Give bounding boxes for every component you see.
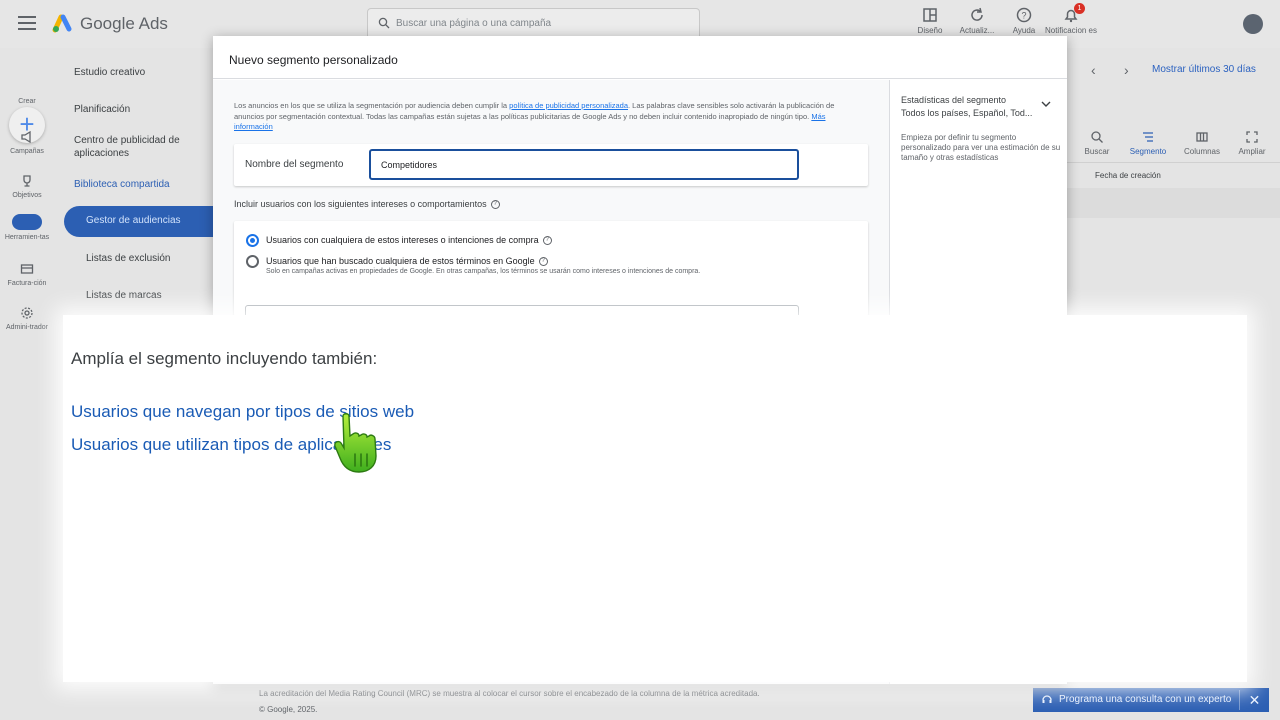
rail-item-goals[interactable]: Objetivos bbox=[0, 174, 54, 200]
search-placeholder: Buscar una página o una campaña bbox=[396, 18, 552, 29]
nav-item-planning[interactable]: Planificación bbox=[74, 103, 130, 116]
stats-subtitle: Todos los países, Español, Tod... bbox=[901, 108, 1033, 118]
table-divider bbox=[1067, 162, 1280, 163]
radio-interests[interactable] bbox=[246, 234, 259, 247]
credit-card-icon bbox=[20, 264, 34, 274]
policy-notice: Los anuncios en los que se utiliza la se… bbox=[234, 101, 835, 131]
nav-item-brand-lists[interactable]: Listas de marcas bbox=[86, 290, 162, 301]
menu-icon[interactable] bbox=[18, 16, 36, 30]
dialog-header: Nuevo segmento personalizado bbox=[213, 36, 1067, 79]
headset-icon bbox=[1042, 695, 1052, 703]
gear-icon bbox=[21, 307, 33, 319]
segment-icon bbox=[1143, 132, 1153, 142]
expand-segment-title: Amplía el segmento incluyendo también: bbox=[71, 349, 378, 368]
nav-item-studio[interactable]: Estudio creativo bbox=[74, 66, 145, 79]
search-icon bbox=[1091, 131, 1103, 143]
segment-name-label: Nombre del segmento bbox=[245, 159, 344, 170]
zoom-callout: Amplía el segmento incluyendo también: U… bbox=[63, 315, 1247, 682]
create-label: Crear bbox=[18, 98, 36, 105]
tools-icon bbox=[12, 214, 42, 230]
nav-item-shared-library[interactable]: Biblioteca compartida bbox=[74, 178, 170, 191]
avatar[interactable] bbox=[1243, 14, 1263, 34]
consult-label: Programa una consulta con un experto bbox=[1059, 694, 1232, 705]
consult-banner[interactable]: Programa una consulta con un experto ✕ bbox=[1033, 688, 1269, 712]
rail-item-billing[interactable]: Factura-ción bbox=[0, 262, 54, 288]
option-searched-note: Solo en campañas activas en propiedades … bbox=[266, 268, 701, 275]
tool-columns[interactable]: Columnas bbox=[1177, 130, 1227, 156]
search-icon bbox=[378, 17, 390, 29]
notification-badge: 1 bbox=[1074, 3, 1085, 14]
help-icon[interactable]: ? bbox=[542, 236, 552, 246]
layout-icon bbox=[923, 8, 937, 22]
left-rail: + Crear Campañas Objetivos Herramien-tas… bbox=[0, 48, 56, 720]
nav-item-exclusion-lists[interactable]: Listas de exclusión bbox=[86, 253, 171, 264]
option-interests-label: Usuarios con cualquiera de estos interes… bbox=[266, 235, 552, 246]
targeting-options-card: Usuarios con cualquiera de estos interes… bbox=[234, 221, 868, 316]
refresh-icon bbox=[971, 7, 983, 21]
stats-description: Empieza por definir tu segmento personal… bbox=[901, 133, 1061, 162]
nav-item-audience-manager[interactable]: Gestor de audiencias bbox=[64, 206, 216, 237]
column-header-created[interactable]: Fecha de creación bbox=[1095, 171, 1161, 180]
date-range[interactable]: Mostrar últimos 30 días bbox=[1152, 64, 1256, 75]
table-row bbox=[1067, 188, 1280, 218]
close-icon[interactable]: ✕ bbox=[1239, 690, 1269, 710]
dialog-title: Nuevo segmento personalizado bbox=[229, 53, 398, 67]
chevron-down-icon[interactable] bbox=[1040, 98, 1052, 110]
chevron-left-icon[interactable]: ‹ bbox=[1091, 62, 1096, 78]
policy-link[interactable]: política de publicidad personalizada bbox=[509, 101, 628, 110]
hand-pointer-icon bbox=[334, 413, 377, 473]
rail-item-campaigns[interactable]: Campañas bbox=[0, 130, 54, 156]
tool-search[interactable]: Buscar bbox=[1072, 130, 1122, 156]
chevron-right-icon[interactable]: › bbox=[1124, 62, 1129, 78]
help-icon[interactable]: ? bbox=[538, 257, 548, 267]
notifications-button[interactable]: 1 Notificacion es bbox=[1041, 3, 1101, 35]
tool-segment[interactable]: Segmento bbox=[1123, 130, 1173, 156]
nav-item-app-center[interactable]: Centro de publicidad de aplicaciones bbox=[74, 134, 180, 160]
svg-text:?: ? bbox=[1021, 11, 1026, 21]
rail-item-admin[interactable]: Admini-trador bbox=[0, 306, 54, 332]
segment-name-card: Nombre del segmento bbox=[234, 144, 868, 186]
tool-expand[interactable]: Ampliar bbox=[1227, 130, 1277, 156]
footer-copyright: © Google, 2025. bbox=[259, 705, 318, 714]
footer-mrc-note: La acreditación del Media Rating Council… bbox=[259, 689, 760, 698]
megaphone-icon bbox=[21, 130, 31, 144]
stats-title: Estadísticas del segmento bbox=[901, 95, 1007, 105]
expand-icon bbox=[1246, 131, 1258, 143]
radio-searched-terms[interactable] bbox=[246, 255, 259, 268]
trophy-icon bbox=[23, 175, 31, 187]
rail-item-tools[interactable]: Herramien-tas bbox=[0, 214, 54, 242]
google-ads-logo bbox=[52, 14, 72, 33]
brand-name: Google Ads bbox=[80, 14, 168, 33]
include-label: Incluir usuarios con los siguientes inte… bbox=[234, 199, 500, 210]
option-searched-label: Usuarios que han buscado cualquiera de e… bbox=[266, 256, 548, 267]
columns-icon bbox=[1196, 132, 1208, 142]
help-icon: ? bbox=[1016, 7, 1032, 23]
segment-name-input[interactable] bbox=[369, 149, 799, 180]
help-icon[interactable]: ? bbox=[490, 200, 500, 210]
